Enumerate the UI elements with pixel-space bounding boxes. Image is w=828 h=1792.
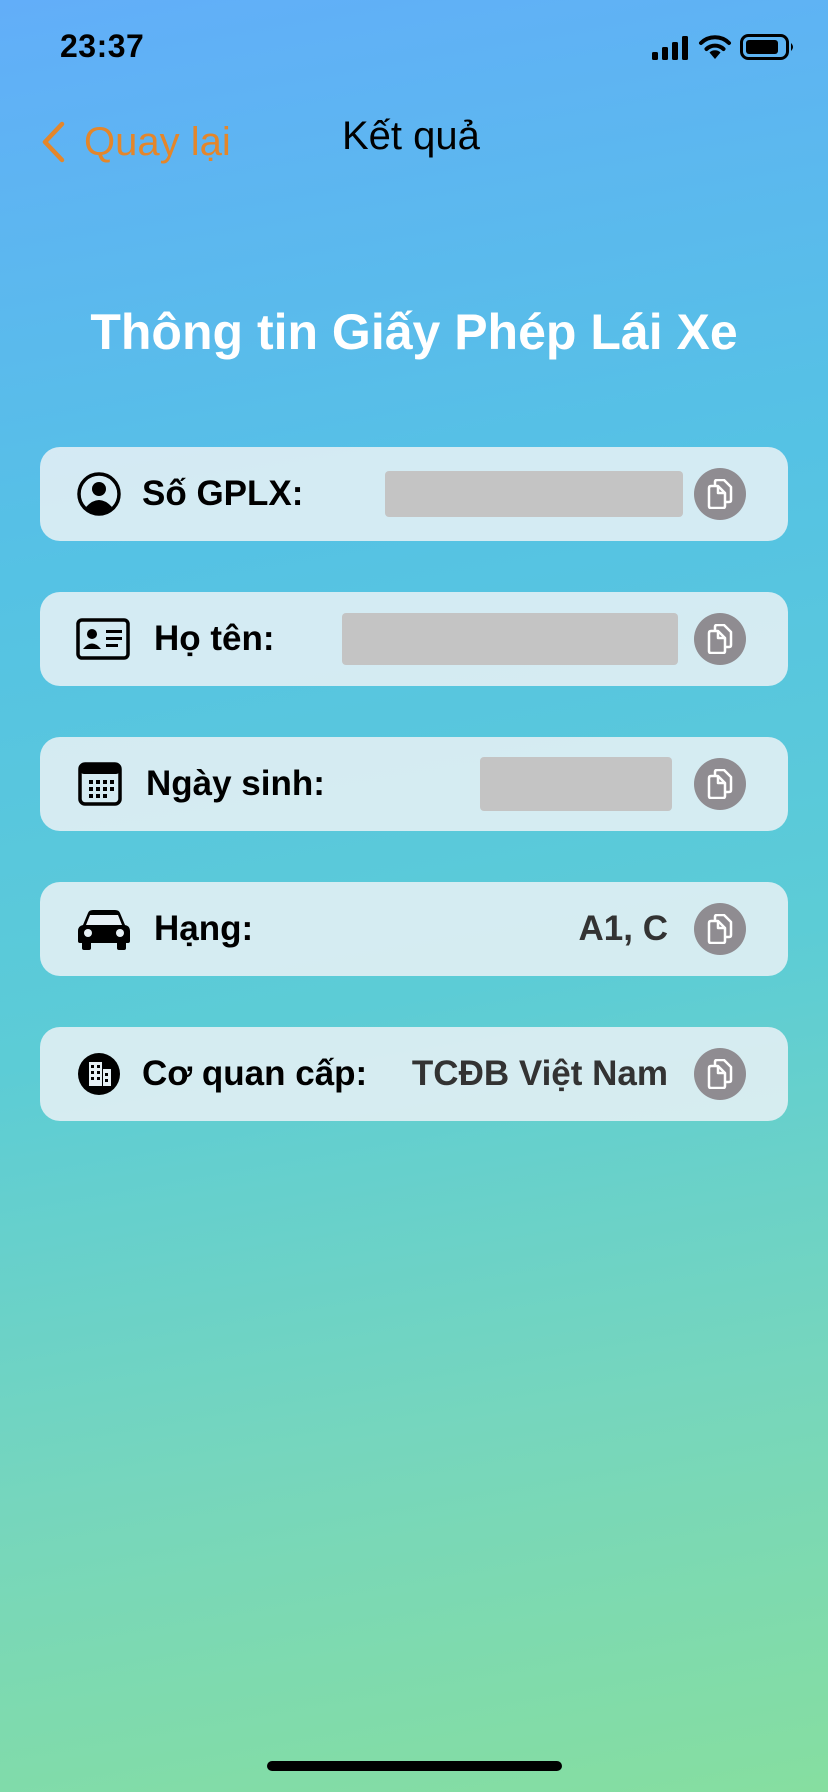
issuer-label: Cơ quan cấp: <box>142 1054 368 1093</box>
copy-icon <box>707 479 733 509</box>
copy-icon <box>707 914 733 944</box>
copy-issuer-button[interactable] <box>694 1048 746 1100</box>
page-heading: Thông tin Giấy Phép Lái Xe <box>90 304 738 360</box>
id-card-icon <box>76 618 130 660</box>
wifi-icon <box>699 35 731 59</box>
copy-license-number-button[interactable] <box>694 468 746 520</box>
issuer-card: Cơ quan cấp: TCĐB Việt Nam <box>40 1027 788 1121</box>
status-bar: 23:37 <box>0 0 828 100</box>
license-class-label: Hạng: <box>154 909 254 948</box>
birth-date-value-redacted <box>480 757 672 811</box>
copy-license-class-button[interactable] <box>694 903 746 955</box>
nav-title: Kết quả <box>342 114 480 158</box>
license-number-card: Số GPLX: <box>40 447 788 541</box>
copy-birth-date-button[interactable] <box>694 758 746 810</box>
full-name-card: Họ tên: <box>40 592 788 686</box>
birth-date-card: Ngày sinh: <box>40 737 788 831</box>
full-name-value-redacted <box>342 613 678 665</box>
car-icon <box>78 910 130 950</box>
birth-date-label: Ngày sinh: <box>146 764 325 803</box>
home-indicator[interactable] <box>267 1761 562 1771</box>
license-number-value-redacted <box>385 471 683 517</box>
copy-icon <box>707 769 733 799</box>
copy-full-name-button[interactable] <box>694 613 746 665</box>
license-class-value: A1, C <box>578 909 668 948</box>
license-class-card: Hạng: A1, C <box>40 882 788 976</box>
cellular-signal-icon <box>652 36 688 60</box>
copy-icon <box>707 1059 733 1089</box>
back-button[interactable]: Quay lại <box>40 112 231 172</box>
copy-icon <box>707 624 733 654</box>
battery-icon <box>740 34 793 60</box>
back-button-label: Quay lại <box>84 119 231 164</box>
issuer-value: TCĐB Việt Nam <box>411 1054 668 1093</box>
chevron-left-icon <box>42 121 65 163</box>
license-number-label: Số GPLX: <box>142 474 304 513</box>
full-name-label: Họ tên: <box>154 619 275 658</box>
status-time: 23:37 <box>60 28 145 64</box>
person-circle-icon <box>77 472 121 516</box>
building-icon <box>78 1053 120 1095</box>
calendar-icon <box>78 762 122 806</box>
